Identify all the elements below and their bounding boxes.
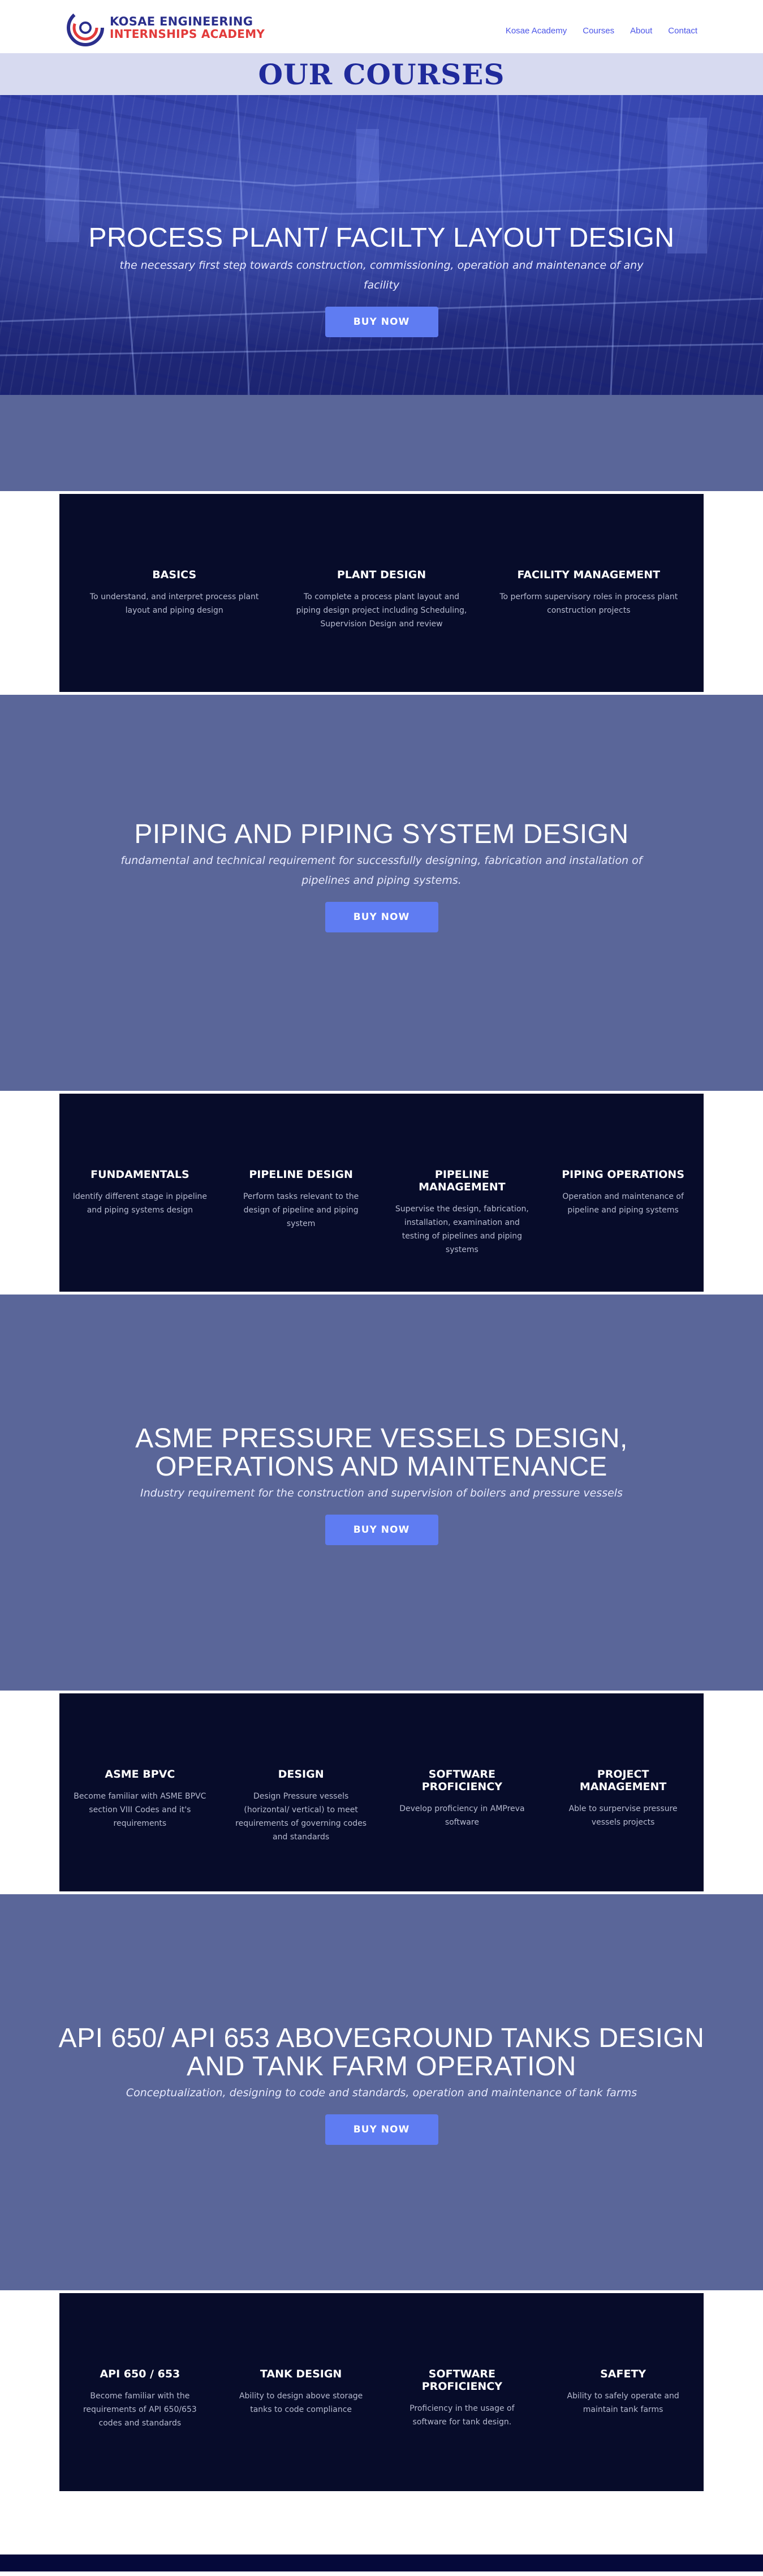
feature-title: TANK DESIGN [260,2368,342,2380]
feature-title: ASME BPVC [105,1768,175,1781]
feature-card: PROJECT MANAGEMENT Able to surpervise pr… [542,1768,704,1829]
feature-text: To understand, and interpret process pla… [89,592,259,615]
feature-text: Develop proficiency in AMPreva software [399,1804,525,1827]
main-nav: Kosae Academy Courses About Contact [506,26,697,36]
feature-title: FACILITY MANAGEMENT [517,569,661,581]
feature-text: Proficiency in the usage of software for… [409,2404,515,2427]
logo-line1: KOSAE ENGINEERING [110,15,253,29]
feature-card: BASICS To understand, and interpret proc… [71,569,278,617]
course-1-buy-button[interactable]: BUY NOW [325,307,438,337]
feature-card: PIPING OPERATIONS Operation and maintena… [542,1168,704,1217]
course-4-buy-button[interactable]: BUY NOW [325,2114,438,2145]
course-3-buy-button[interactable]: BUY NOW [325,1515,438,1545]
course-3-subtitle: Industry requirement for the constructio… [140,1487,623,1499]
feature-title: DESIGN [278,1768,324,1781]
feature-text: Able to surpervise pressure vessels proj… [568,1804,678,1827]
feature-text: Ability to design above storage tanks to… [239,2392,363,2414]
feature-text: Become familiar with ASME BPVC section V… [74,1792,206,1828]
feature-title: PIPELINE DESIGN [249,1168,353,1181]
course-3-features: ASME BPVC Become familiar with ASME BPVC… [59,1693,704,1891]
course-2-subtitle: fundamental and technical requirement fo… [120,854,643,887]
course-4-hero: API 650/ API 653 ABOVEGROUND TANKS DESIG… [0,1894,763,2290]
feature-title: SAFETY [600,2368,646,2380]
feature-text: Become familiar with the requirements of… [83,2392,197,2428]
page-title: OUR COURSES [258,57,505,91]
course-2-hero: PIPING AND PIPING SYSTEM DESIGN fundamen… [0,695,763,1091]
feature-card: FUNDAMENTALS Identify different stage in… [59,1168,221,1217]
feature-title: PIPING OPERATIONS [562,1168,685,1181]
feature-card: PIPELINE DESIGN Perform tasks relevant t… [221,1168,382,1231]
feature-text: Perform tasks relevant to the design of … [243,1192,359,1228]
nav-kosae-academy[interactable]: Kosae Academy [506,26,567,36]
course-2-title: PIPING AND PIPING SYSTEM DESIGN [134,819,629,849]
nav-contact[interactable]: Contact [668,26,697,36]
feature-card: DESIGN Design Pressure vessels (horizont… [221,1768,382,1844]
feature-text: To complete a process plant layout and p… [296,592,467,629]
feature-card: SAFETY Ability to safely operate and mai… [542,2368,704,2416]
course-2-buy-button[interactable]: BUY NOW [325,902,438,932]
feature-card: PLANT DESIGN To complete a process plant… [278,569,485,631]
course-2-features: FUNDAMENTALS Identify different stage in… [59,1094,704,1292]
course-4-title: API 650/ API 653 ABOVEGROUND TANKS DESIG… [58,2023,705,2082]
logo-line2: INTERNSHIPS ACADEMY [110,27,265,41]
feature-text: Design Pressure vessels (horizontal/ ver… [235,1792,367,1842]
feature-title: SOFTWARE PROFICIENCY [421,2368,503,2393]
feature-text: To perform supervisory roles in process … [499,592,678,615]
feature-card: PIPELINE MANAGEMENT Supervise the design… [382,1168,543,1257]
course-1-hero: PROCESS PLANT/ FACILTY LAYOUT DESIGN the… [0,95,763,395]
page-title-band: OUR COURSES [0,53,763,95]
course-1-subtitle: the necessary first step towards constru… [119,259,644,291]
course-1-features: BASICS To understand, and interpret proc… [59,494,704,692]
feature-text: Identify different stage in pipeline and… [72,1192,208,1215]
nav-about[interactable]: About [630,26,652,36]
course-1-spacer-band [0,395,763,491]
course-3-title: ASME PRESSURE VESSELS DESIGN, OPERATIONS… [135,1424,628,1482]
course-4-subtitle: Conceptualization, designing to code and… [126,2087,637,2099]
feature-card: TANK DESIGN Ability to design above stor… [221,2368,382,2416]
feature-text: Supervise the design, fabrication, insta… [395,1205,529,1254]
feature-title: FUNDAMENTALS [90,1168,189,1181]
feature-title: BASICS [152,569,197,581]
feature-card: SOFTWARE PROFICIENCY Develop proficiency… [382,1768,543,1829]
feature-card: API 650 / 653 Become familiar with the r… [59,2368,221,2430]
feature-card: FACILITY MANAGEMENT To perform superviso… [485,569,692,617]
feature-title: API 650 / 653 [100,2368,180,2380]
feature-card: SOFTWARE PROFICIENCY Proficiency in the … [382,2368,543,2429]
feature-title: SOFTWARE PROFICIENCY [421,1768,503,1793]
course-3-hero: ASME PRESSURE VESSELS DESIGN, OPERATIONS… [0,1295,763,1691]
logo-mark-icon [67,9,104,46]
feature-text: Ability to safely operate and maintain t… [567,2392,679,2414]
feature-text: Operation and maintenance of pipeline an… [562,1192,684,1215]
feature-title: PROJECT MANAGEMENT [579,1768,667,1793]
feature-title: PLANT DESIGN [337,569,426,581]
course-4-features: API 650 / 653 Become familiar with the r… [59,2293,704,2491]
feature-card: ASME BPVC Become familiar with ASME BPVC… [59,1768,221,1830]
nav-courses[interactable]: Courses [583,26,614,36]
feature-title: PIPELINE MANAGEMENT [419,1168,506,1193]
logo[interactable]: KOSAE ENGINEERING INTERNSHIPS ACADEMY [66,8,265,48]
course-1-title: PROCESS PLANT/ FACILTY LAYOUT DESIGN [88,223,675,253]
site-header: KOSAE ENGINEERING INTERNSHIPS ACADEMY Ko… [0,0,763,53]
site-footer [0,2555,763,2571]
